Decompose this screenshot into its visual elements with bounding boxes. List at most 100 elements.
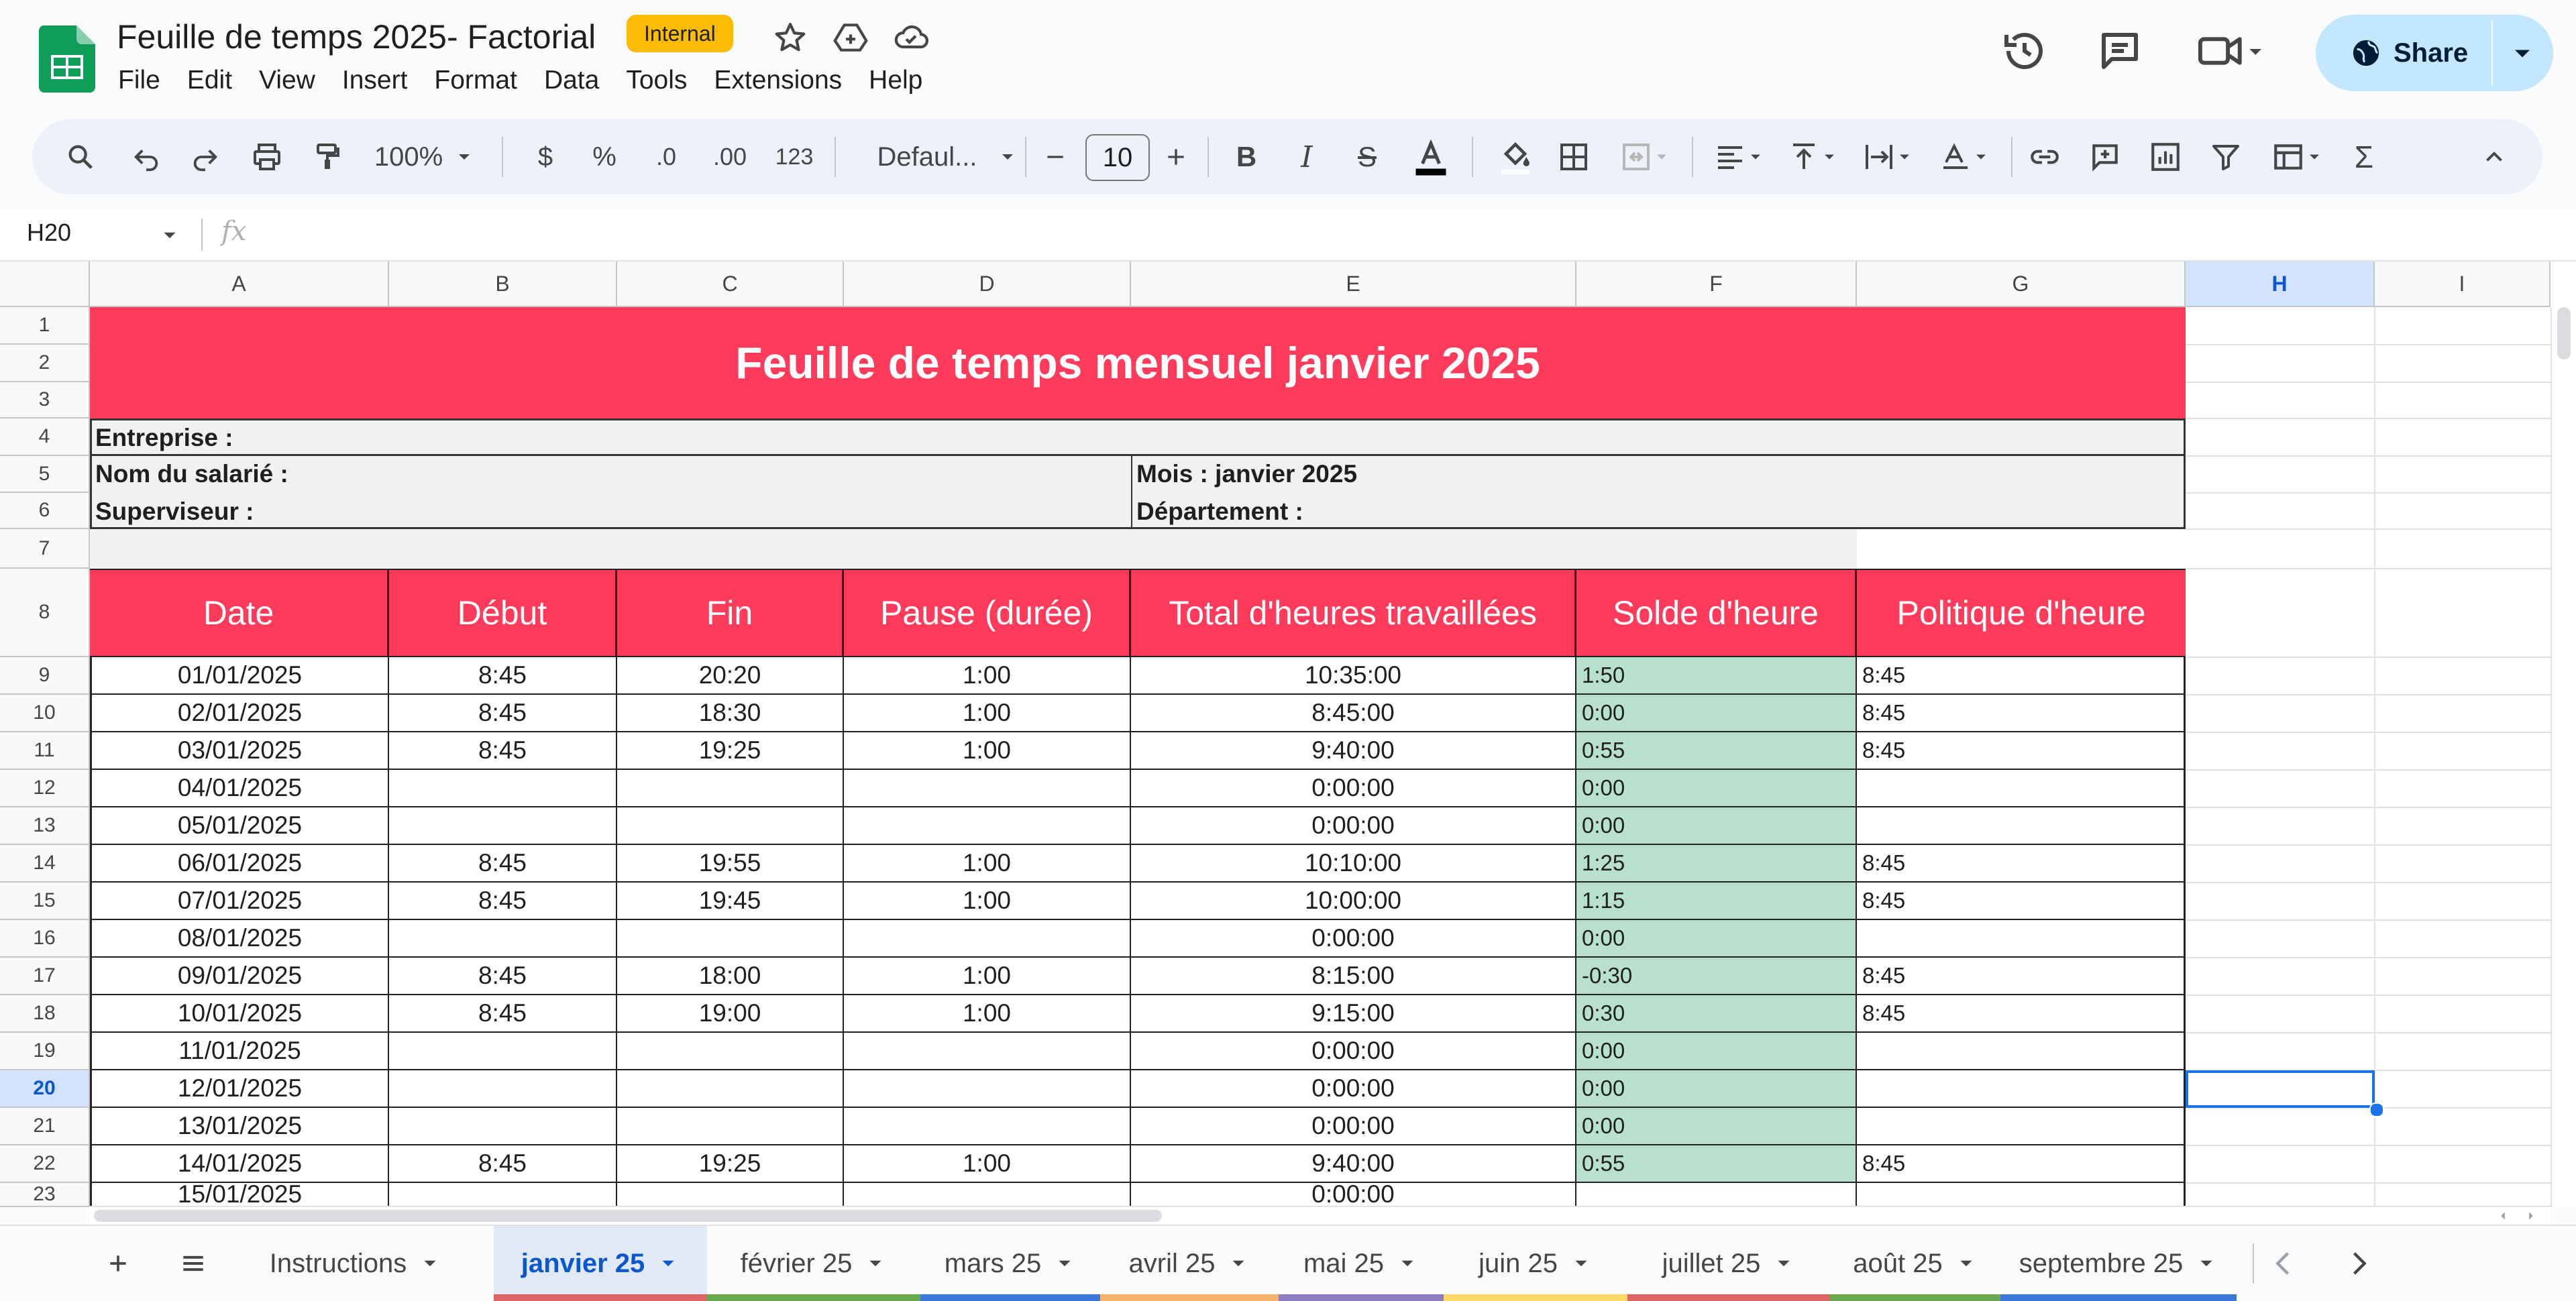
cell-date[interactable]: 07/01/2025 xyxy=(90,883,389,920)
cell-start[interactable] xyxy=(389,1108,617,1145)
cell-end[interactable]: 19:45 xyxy=(617,883,844,920)
all-sheets-button[interactable] xyxy=(168,1226,219,1301)
row-header-21[interactable]: 21 xyxy=(0,1108,90,1145)
row-header-5[interactable]: 5 xyxy=(0,456,90,493)
horizontal-scroll-thumb[interactable] xyxy=(94,1210,1162,1222)
classification-badge[interactable]: Internal xyxy=(627,15,733,52)
cell-break[interactable] xyxy=(844,807,1131,845)
row-header-8[interactable]: 8 xyxy=(0,569,90,657)
sheet-tab[interactable]: juillet 25 xyxy=(1627,1226,1830,1301)
row-header-17[interactable]: 17 xyxy=(0,958,90,995)
cell-policy[interactable] xyxy=(1857,770,2186,807)
cell-date[interactable]: 03/01/2025 xyxy=(90,732,389,770)
cell-date[interactable]: 01/01/2025 xyxy=(90,657,389,695)
column-header-h[interactable]: H xyxy=(2186,262,2375,307)
cell-break[interactable] xyxy=(844,770,1131,807)
percent-format-button[interactable]: % xyxy=(588,119,621,194)
cell-total[interactable]: 0:00:00 xyxy=(1131,1108,1576,1145)
cell-balance[interactable] xyxy=(1576,1183,1857,1207)
column-header-a[interactable]: A xyxy=(90,262,389,307)
row-header-14[interactable]: 14 xyxy=(0,845,90,883)
undo-button[interactable] xyxy=(126,119,166,194)
cell-start[interactable] xyxy=(389,920,617,958)
column-header-c[interactable]: C xyxy=(617,262,844,307)
row-header-15[interactable]: 15 xyxy=(0,883,90,920)
italic-button[interactable]: I xyxy=(1287,119,1327,194)
cell-total[interactable]: 0:00:00 xyxy=(1131,807,1576,845)
document-title[interactable]: Feuille de temps 2025- Factorial xyxy=(117,17,596,56)
header-policy[interactable]: Politique d'heure xyxy=(1857,570,2186,656)
cell-start[interactable]: 8:45 xyxy=(389,695,617,732)
cell-break[interactable]: 1:00 xyxy=(844,995,1131,1033)
cell-start[interactable] xyxy=(389,807,617,845)
cell-total[interactable]: 0:00:00 xyxy=(1131,920,1576,958)
cell-policy[interactable] xyxy=(1857,1033,2186,1070)
menu-file[interactable]: File xyxy=(118,66,160,95)
cell-policy[interactable] xyxy=(1857,1183,2186,1207)
cell-date[interactable]: 05/01/2025 xyxy=(90,807,389,845)
cell-date[interactable]: 14/01/2025 xyxy=(90,1145,389,1183)
column-header-f[interactable]: F xyxy=(1576,262,1857,307)
cell-date[interactable]: 11/01/2025 xyxy=(90,1033,389,1070)
cell-break[interactable]: 1:00 xyxy=(844,958,1131,995)
text-rotation-button[interactable] xyxy=(1928,119,2002,194)
cell-date[interactable]: 13/01/2025 xyxy=(90,1108,389,1145)
fill-color-button[interactable] xyxy=(1492,119,1539,194)
menu-data[interactable]: Data xyxy=(544,66,599,95)
cell-end[interactable]: 18:30 xyxy=(617,695,844,732)
cell-policy[interactable] xyxy=(1857,1108,2186,1145)
row-header-6[interactable]: 6 xyxy=(0,493,90,529)
increase-decimal-button[interactable]: .00 xyxy=(703,119,757,194)
menu-help[interactable]: Help xyxy=(869,66,922,95)
sheet-tab[interactable]: mai 25 xyxy=(1279,1226,1444,1301)
font-size-input[interactable]: 10 xyxy=(1085,134,1150,181)
cell-total[interactable]: 0:00:00 xyxy=(1131,770,1576,807)
insert-comment-button[interactable] xyxy=(2085,119,2125,194)
sheet-tab[interactable]: janvier 25 xyxy=(494,1226,707,1301)
menu-view[interactable]: View xyxy=(259,66,315,95)
share-dropdown-icon[interactable] xyxy=(2508,39,2537,68)
cell-end[interactable]: 19:00 xyxy=(617,995,844,1033)
text-wrapping-button[interactable] xyxy=(1851,119,1925,194)
cell-start[interactable]: 8:45 xyxy=(389,732,617,770)
row-header-12[interactable]: 12 xyxy=(0,770,90,807)
sheet-tab[interactable]: juin 25 xyxy=(1444,1226,1627,1301)
cloud-status-icon[interactable] xyxy=(892,19,930,56)
cell-start[interactable] xyxy=(389,770,617,807)
cell-total[interactable]: 10:10:00 xyxy=(1131,845,1576,883)
cell-break[interactable] xyxy=(844,1033,1131,1070)
menu-extensions[interactable]: Extensions xyxy=(714,66,842,95)
insert-chart-button[interactable] xyxy=(2145,119,2186,194)
add-sheet-button[interactable] xyxy=(94,1226,142,1301)
sheet-title[interactable]: Feuille de temps mensuel janvier 2025 xyxy=(90,307,2186,418)
column-header-e[interactable]: E xyxy=(1131,262,1576,307)
row-header-2[interactable]: 2 xyxy=(0,345,90,382)
row-header-16[interactable]: 16 xyxy=(0,920,90,958)
vertical-align-button[interactable] xyxy=(1776,119,1850,194)
share-button[interactable]: Share xyxy=(2316,15,2491,91)
text-color-button[interactable] xyxy=(1407,119,1454,194)
hide-menus-button[interactable] xyxy=(2474,119,2514,194)
sheet-tab[interactable]: Instructions xyxy=(241,1226,470,1301)
functions-button[interactable]: Σ xyxy=(2344,119,2384,194)
cell-policy[interactable]: 8:45 xyxy=(1857,845,2186,883)
selected-cell-h20[interactable] xyxy=(2186,1070,2375,1108)
cell-policy[interactable] xyxy=(1857,1070,2186,1108)
sheet-tab[interactable]: avril 25 xyxy=(1100,1226,1279,1301)
cell-total[interactable]: 10:35:00 xyxy=(1131,657,1576,695)
cell-start[interactable]: 8:45 xyxy=(389,995,617,1033)
cell-balance[interactable]: 1:15 xyxy=(1576,883,1857,920)
decrease-decimal-button[interactable]: .0 xyxy=(643,119,690,194)
cell-balance[interactable]: 1:50 xyxy=(1576,657,1857,695)
cell-balance[interactable]: 0:00 xyxy=(1576,770,1857,807)
sheet-tab[interactable]: mars 25 xyxy=(920,1226,1100,1301)
cell-break[interactable] xyxy=(844,920,1131,958)
cell-total[interactable]: 8:15:00 xyxy=(1131,958,1576,995)
header-start[interactable]: Début xyxy=(389,570,617,656)
cell-date[interactable]: 08/01/2025 xyxy=(90,920,389,958)
cell-total[interactable]: 0:00:00 xyxy=(1131,1183,1576,1207)
cell-date[interactable]: 06/01/2025 xyxy=(90,845,389,883)
menu-format[interactable]: Format xyxy=(434,66,517,95)
cell-total[interactable]: 10:00:00 xyxy=(1131,883,1576,920)
meet-video-icon[interactable] xyxy=(2196,27,2263,75)
